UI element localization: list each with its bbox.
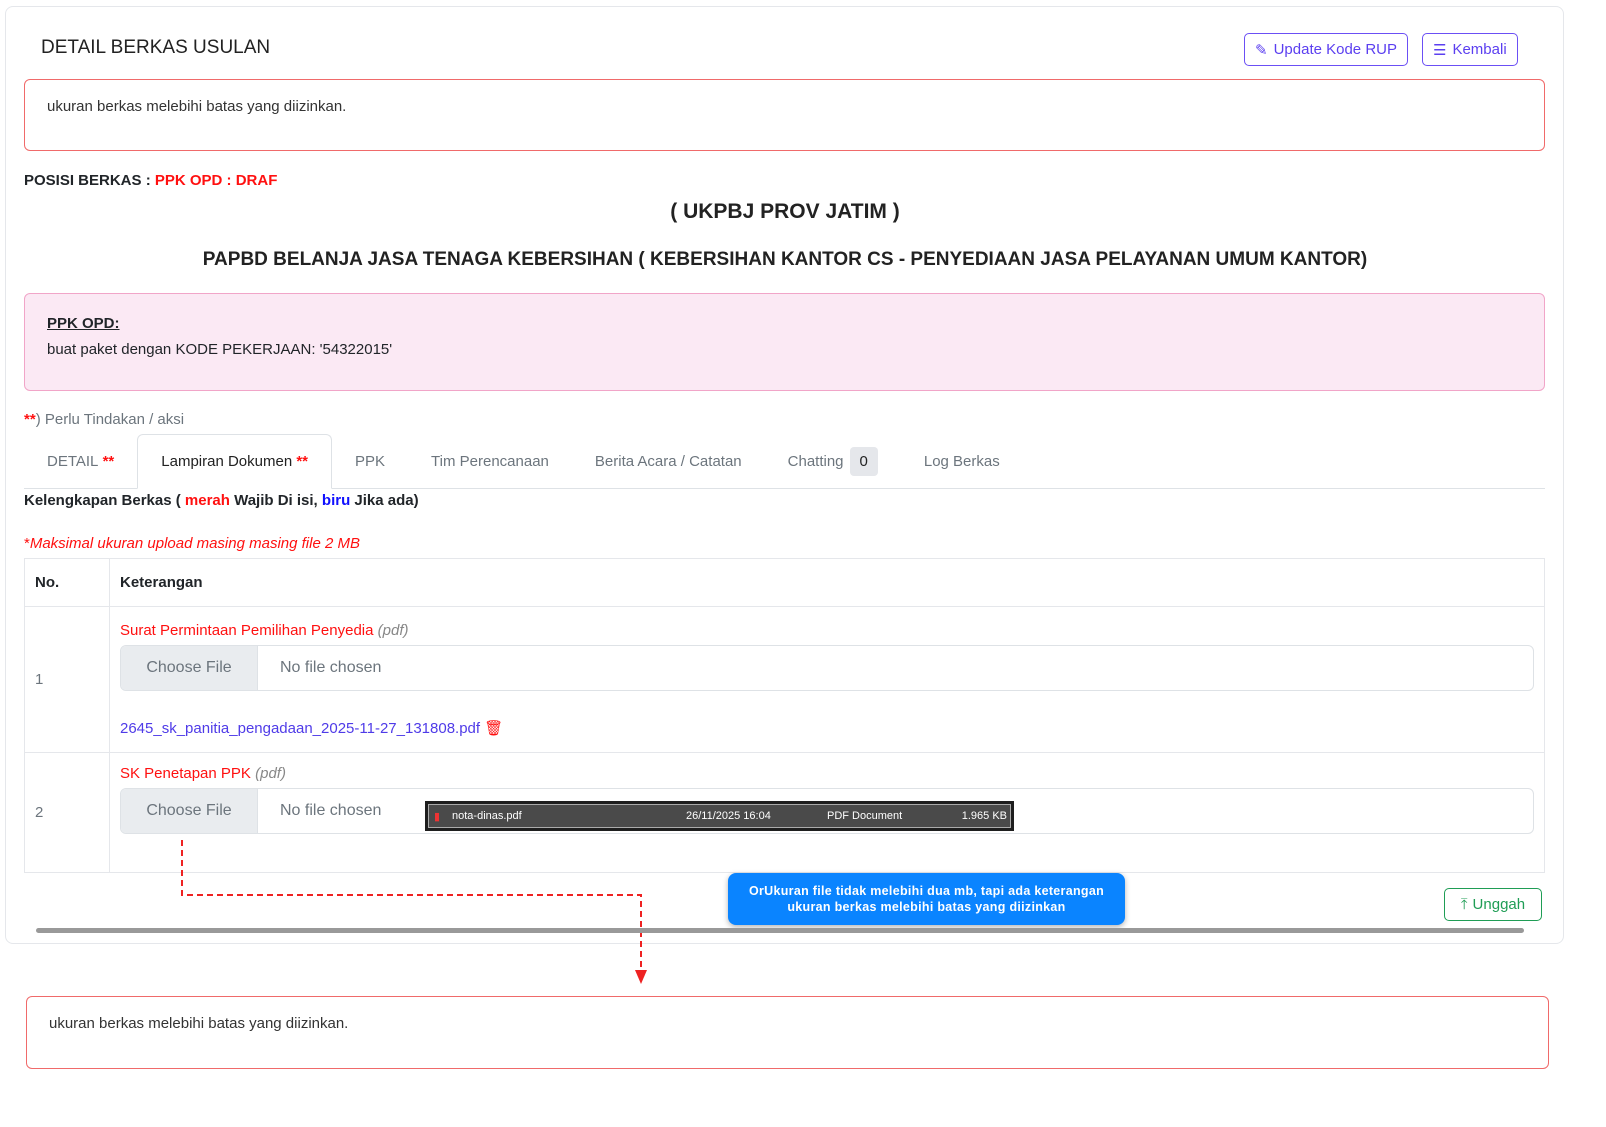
- header-keterangan: Keterangan: [109, 558, 1545, 607]
- tooltip-line: ukuran berkas melebihi batas yang diizin…: [787, 900, 1066, 914]
- tab-berita-acara[interactable]: Berita Acara / Catatan: [572, 434, 765, 489]
- position-value: PPK OPD : DRAF: [154, 172, 278, 189]
- file-position: POSISI BERKAS : PPK OPD : DRAF: [24, 172, 277, 189]
- note-text: buat paket dengan KODE PEKERJAAN: '54322…: [47, 341, 393, 358]
- pdf-icon: ▮: [434, 810, 441, 823]
- page-title: DETAIL BERKAS USULAN: [41, 37, 271, 58]
- kembali-button[interactable]: ☰ Kembali: [1422, 33, 1518, 66]
- max-size-note: *Maksimal ukuran upload masing masing fi…: [24, 535, 360, 552]
- tab-label: PPK: [355, 453, 386, 470]
- trash-icon[interactable]: 🗑: [484, 720, 503, 737]
- horizontal-scrollbar[interactable]: [36, 928, 1524, 933]
- text-blue: biru: [321, 492, 351, 509]
- choose-file-button[interactable]: Choose File: [121, 789, 258, 833]
- stars: **: [102, 453, 115, 470]
- max-size-text: Maksimal ukuran upload masing masing fil…: [29, 535, 360, 552]
- no-file-text: No file chosen: [280, 802, 382, 819]
- org-title: ( UKPBJ PROV JATIM ): [670, 200, 900, 223]
- text: Jika ada): [350, 492, 419, 509]
- explorer-file-name: nota-dinas.pdf: [452, 810, 522, 822]
- text-red: merah: [184, 492, 230, 509]
- tab-tim-perencanaan[interactable]: Tim Perencanaan: [408, 434, 572, 489]
- tab-label: Chatting: [787, 453, 844, 470]
- tab-bar: DETAIL ** Lampiran Dokumen ** PPK Tim Pe…: [24, 434, 1545, 489]
- tab-log-berkas[interactable]: Log Berkas: [901, 434, 1023, 489]
- chat-count-badge: 0: [849, 447, 878, 476]
- stars: **: [24, 411, 36, 428]
- annotation-tooltip: OrUkuran file tidak melebihi dua mb, tap…: [728, 873, 1125, 925]
- upload-icon: ⤒: [1460, 896, 1468, 913]
- unggah-button[interactable]: ⤒ Unggah: [1444, 888, 1542, 921]
- tab-label: Berita Acara / Catatan: [594, 453, 742, 470]
- doc-type: (pdf): [377, 622, 409, 639]
- choose-file-button[interactable]: Choose File: [121, 646, 258, 690]
- tab-label: Log Berkas: [923, 453, 1000, 470]
- row-number: 2: [24, 752, 110, 873]
- tab-lampiran-dokumen[interactable]: Lampiran Dokumen **: [137, 434, 333, 489]
- action-note: **) Perlu Tindakan / aksi: [24, 411, 184, 428]
- text: Kelengkapan Berkas (: [24, 492, 185, 509]
- explorer-file-date: 26/11/2025 16:04: [686, 810, 771, 822]
- alert-text: ukuran berkas melebihi batas yang diizin…: [47, 98, 347, 115]
- position-label: POSISI BERKAS :: [24, 172, 155, 189]
- note-heading: PPK OPD:: [47, 315, 120, 332]
- doc-title: Surat Permintaan Pemilihan Penyedia: [120, 622, 374, 639]
- explorer-file-type: PDF Document: [827, 810, 903, 822]
- tab-label: Lampiran Dokumen: [161, 453, 293, 470]
- doc-title: SK Penetapan PPK: [120, 765, 251, 782]
- uploaded-file-link[interactable]: 2645_sk_panitia_pengadaan_2025-11-27_131…: [120, 720, 480, 737]
- explorer-file-size: 1.965 KB: [961, 810, 1007, 822]
- alert-text: ukuran berkas melebihi batas yang diizin…: [49, 1015, 349, 1032]
- error-alert-bottom: ukuran berkas melebihi batas yang diizin…: [26, 996, 1549, 1069]
- tab-label: Tim Perencanaan: [431, 453, 549, 470]
- file-input[interactable]: Choose File No file chosen: [120, 645, 1534, 691]
- edit-icon: ✎: [1255, 41, 1268, 59]
- annotation-arrow: [181, 840, 647, 984]
- table-row: 1 Surat Permintaan Pemilihan Penyedia (p…: [24, 606, 1545, 753]
- ppk-note: PPK OPD: buat paket dengan KODE PEKERJAA…: [24, 293, 1545, 391]
- row-number: 1: [24, 606, 110, 753]
- text: Wajib Di isi,: [229, 492, 322, 509]
- header-no: No.: [24, 558, 110, 607]
- error-alert-top: ukuran berkas melebihi batas yang diizin…: [24, 79, 1545, 151]
- file-explorer-row[interactable]: ▮ nota-dinas.pdf 26/11/2025 16:04 PDF Do…: [425, 801, 1014, 831]
- completeness-note: Kelengkapan Berkas ( merah Wajib Di isi,…: [24, 492, 419, 509]
- tab-chatting[interactable]: Chatting 0: [765, 434, 901, 489]
- package-title: PAPBD BELANJA JASA TENAGA KEBERSIHAN ( K…: [202, 249, 1368, 270]
- tab-ppk[interactable]: PPK: [332, 434, 408, 489]
- update-kode-rup-button[interactable]: ✎ Update Kode RUP: [1244, 33, 1408, 66]
- tab-label: DETAIL: [47, 453, 99, 470]
- doc-type: (pdf): [255, 765, 286, 782]
- tab-detail[interactable]: DETAIL **: [24, 434, 137, 489]
- no-file-text: No file chosen: [280, 659, 382, 676]
- stars: **: [296, 453, 309, 470]
- list-icon: ☰: [1433, 41, 1447, 59]
- action-note-text: ) Perlu Tindakan / aksi: [35, 411, 185, 428]
- tooltip-line: OrUkuran file tidak melebihi dua mb, tap…: [748, 884, 1105, 898]
